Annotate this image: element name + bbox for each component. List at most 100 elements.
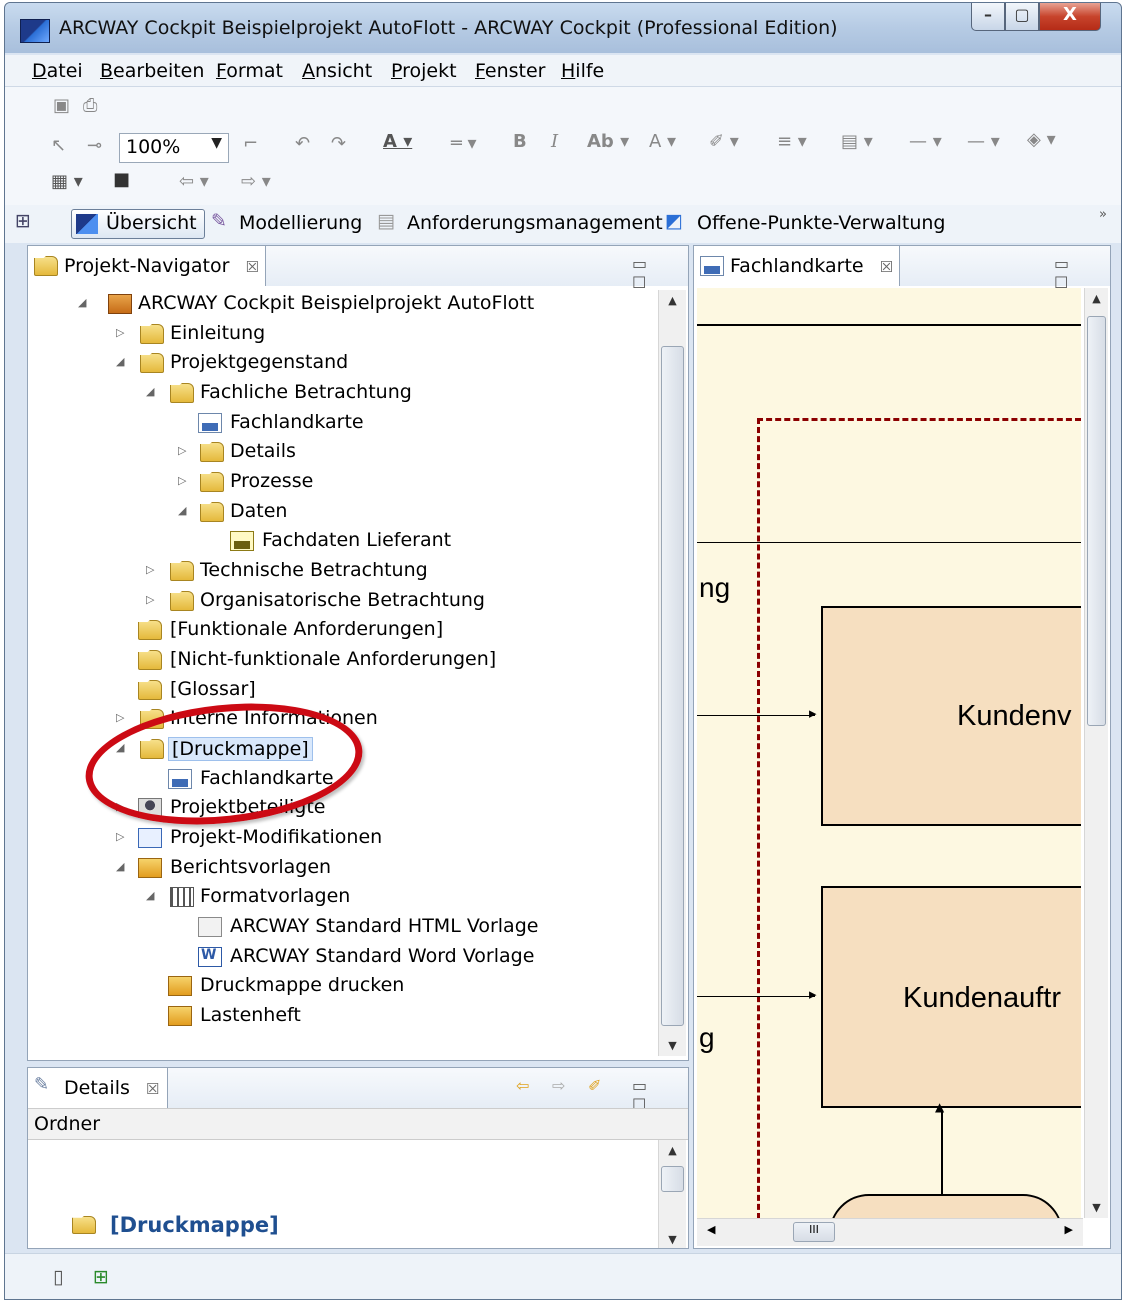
folder-icon bbox=[200, 472, 224, 492]
expanded-icon[interactable]: ◢ bbox=[146, 889, 158, 902]
line-width-icon[interactable]: ≡ ▾ bbox=[777, 131, 807, 152]
tab-fachlandkarte[interactable]: Fachlandkarte ☒ bbox=[694, 246, 900, 286]
menu-bearbeiten[interactable]: Bearbeiten bbox=[100, 60, 204, 82]
color-block-icon[interactable]: ■ bbox=[113, 169, 130, 190]
scroll-up-icon[interactable]: ▲ bbox=[659, 294, 686, 307]
print-icon[interactable]: ⎙ bbox=[83, 95, 97, 116]
close-tab-icon[interactable]: ☒ bbox=[146, 1080, 159, 1098]
arrow-style-icon[interactable]: — ▾ bbox=[967, 131, 1000, 152]
menu-datei[interactable]: Datei bbox=[32, 60, 83, 82]
nav-back-icon[interactable]: ⇦ bbox=[516, 1076, 533, 1095]
scroll-up-icon[interactable]: ▲ bbox=[1085, 292, 1108, 305]
diagram-line-separator bbox=[697, 542, 1081, 543]
folder-icon bbox=[72, 1216, 96, 1234]
expanded-icon[interactable]: ◢ bbox=[116, 355, 128, 368]
folder-icon bbox=[138, 620, 162, 640]
word-template-icon bbox=[198, 947, 222, 967]
folder-icon bbox=[200, 502, 224, 522]
bold-icon[interactable]: B bbox=[513, 131, 527, 152]
hierarchy-icon[interactable]: ⊞ bbox=[93, 1266, 109, 1288]
editor-hscrollbar[interactable]: ◀ III ▶ bbox=[697, 1218, 1083, 1246]
back-nav-icon[interactable]: ⇦ ▾ bbox=[179, 171, 209, 192]
collapsed-icon[interactable]: ▷ bbox=[146, 563, 158, 576]
font-size-icon[interactable]: A ▾ bbox=[649, 131, 676, 152]
edit-pencil-icon[interactable]: ✐ bbox=[588, 1076, 605, 1095]
perspective-overflow-icon[interactable]: » bbox=[1099, 207, 1107, 222]
menu-ansicht[interactable]: Ansicht bbox=[302, 60, 372, 82]
perspective-anforderungsmanagement[interactable]: Anforderungsmanagement bbox=[407, 212, 663, 234]
save-icon[interactable]: ▣ bbox=[53, 95, 70, 116]
title-bar[interactable]: ARCWAY Cockpit Beispielprojekt AutoFlott… bbox=[5, 3, 1121, 53]
diagram-rounded-node[interactable] bbox=[829, 1194, 1063, 1218]
fill-color-icon[interactable]: ◈ ▾ bbox=[1027, 129, 1056, 150]
undo-icon[interactable]: ↶ bbox=[295, 133, 310, 154]
font-color-icon[interactable]: A ▾ bbox=[383, 131, 412, 152]
collapsed-icon[interactable]: ▷ bbox=[146, 593, 158, 606]
expanded-icon[interactable]: ◢ bbox=[146, 385, 158, 398]
text-style-icon[interactable]: Ab ▾ bbox=[587, 131, 629, 152]
perspective-modellierung[interactable]: Modellierung bbox=[239, 212, 362, 234]
close-button[interactable]: X bbox=[1039, 3, 1101, 31]
expanded-icon[interactable]: ◢ bbox=[78, 296, 90, 309]
line-dash-icon[interactable]: — ▾ bbox=[909, 131, 942, 152]
scroll-down-icon[interactable]: ▼ bbox=[1085, 1201, 1108, 1214]
arrowhead-icon: ▸ bbox=[809, 704, 817, 722]
maximize-button[interactable]: ▢ bbox=[1005, 3, 1039, 31]
redo-icon[interactable]: ↷ bbox=[331, 133, 346, 154]
close-tab-icon[interactable]: ☒ bbox=[880, 258, 893, 276]
tab-projekt-navigator[interactable]: Projekt-Navigator ☒ bbox=[28, 246, 266, 286]
overview-icon bbox=[76, 214, 98, 234]
minimize-button[interactable]: – bbox=[971, 3, 1005, 31]
forward-nav-icon[interactable]: ⇨ ▾ bbox=[241, 171, 271, 192]
diagram-toggle-icon[interactable]: ▦ ▾ bbox=[51, 171, 83, 192]
new-item-icon[interactable]: ▯ bbox=[53, 1266, 63, 1288]
scroll-up-icon[interactable]: ▲ bbox=[659, 1144, 686, 1157]
navigator-scrollbar[interactable]: ▲ ▼ bbox=[658, 290, 686, 1056]
minimize-maximize-icon[interactable]: ▭ ☐ bbox=[1054, 254, 1110, 292]
line-color-icon[interactable]: ✐ ▾ bbox=[709, 131, 739, 152]
scroll-thumb[interactable] bbox=[661, 346, 684, 1026]
scroll-right-icon[interactable]: ▶ bbox=[1065, 1223, 1073, 1236]
fmc-diagram-icon bbox=[198, 413, 222, 433]
open-perspective-icon[interactable]: ⊞ bbox=[15, 210, 31, 232]
zoom-select[interactable]: 100% ▼ bbox=[119, 133, 229, 163]
details-scrollbar[interactable]: ▲ ▼ bbox=[658, 1140, 686, 1248]
collapsed-icon[interactable]: ▷ bbox=[116, 830, 128, 843]
arrowhead-up-icon: ▲ bbox=[935, 1100, 945, 1114]
expanded-icon[interactable]: ◢ bbox=[178, 504, 190, 517]
modifications-icon bbox=[138, 828, 162, 848]
scroll-down-icon[interactable]: ▼ bbox=[659, 1039, 686, 1052]
library-icon bbox=[170, 887, 194, 907]
nav-forward-icon[interactable]: ⇨ bbox=[552, 1076, 569, 1095]
details-panel: ✎ Details ☒ ⇦ ⇨ ✐ ▭ ☐ Ordner [Druckmappe… bbox=[27, 1067, 689, 1249]
select-tool-icon[interactable]: ↖ bbox=[51, 135, 66, 156]
perspective-offene-punkte[interactable]: Offene-Punkte-Verwaltung bbox=[697, 212, 946, 234]
menu-fenster[interactable]: Fenster bbox=[475, 60, 545, 82]
close-tab-icon[interactable]: ☒ bbox=[245, 258, 258, 276]
scroll-thumb[interactable] bbox=[661, 1166, 684, 1192]
italic-icon[interactable]: I bbox=[551, 131, 558, 152]
collapsed-icon[interactable]: ▷ bbox=[178, 444, 190, 457]
perspective-uebersicht[interactable]: Übersicht bbox=[71, 209, 205, 239]
diagram-canvas[interactable]: ng g ▸ Kundenv ▸ Kundenauftr ▲ bbox=[697, 288, 1081, 1218]
arcway-app-icon bbox=[20, 19, 50, 43]
collapsed-icon[interactable]: ▷ bbox=[116, 711, 128, 724]
editor-vscrollbar[interactable]: ▲ ▼ bbox=[1084, 288, 1108, 1218]
menu-projekt[interactable]: Projekt bbox=[391, 60, 457, 82]
collapsed-icon[interactable]: ▷ bbox=[116, 326, 128, 339]
connector-tool-icon[interactable]: ⊸ bbox=[87, 135, 102, 156]
align-icon[interactable]: ═ ▾ bbox=[451, 133, 477, 154]
expanded-icon[interactable]: ◢ bbox=[116, 860, 128, 873]
minimize-maximize-icon[interactable]: ▭ ☐ bbox=[632, 254, 688, 292]
scroll-left-icon[interactable]: ◀ bbox=[707, 1223, 715, 1236]
menu-format[interactable]: Format bbox=[216, 60, 283, 82]
collapsed-icon[interactable]: ▷ bbox=[178, 474, 190, 487]
scroll-thumb[interactable]: III bbox=[793, 1222, 835, 1242]
scroll-down-icon[interactable]: ▼ bbox=[659, 1233, 686, 1246]
fmc-diagram-icon bbox=[700, 256, 724, 276]
scroll-thumb[interactable] bbox=[1087, 316, 1106, 726]
menu-hilfe[interactable]: Hilfe bbox=[561, 60, 604, 82]
format-painter-icon[interactable]: ⌐ bbox=[243, 133, 258, 154]
tab-details[interactable]: ✎ Details ☒ bbox=[28, 1068, 168, 1108]
line-style-icon[interactable]: ▤ ▾ bbox=[841, 131, 873, 152]
